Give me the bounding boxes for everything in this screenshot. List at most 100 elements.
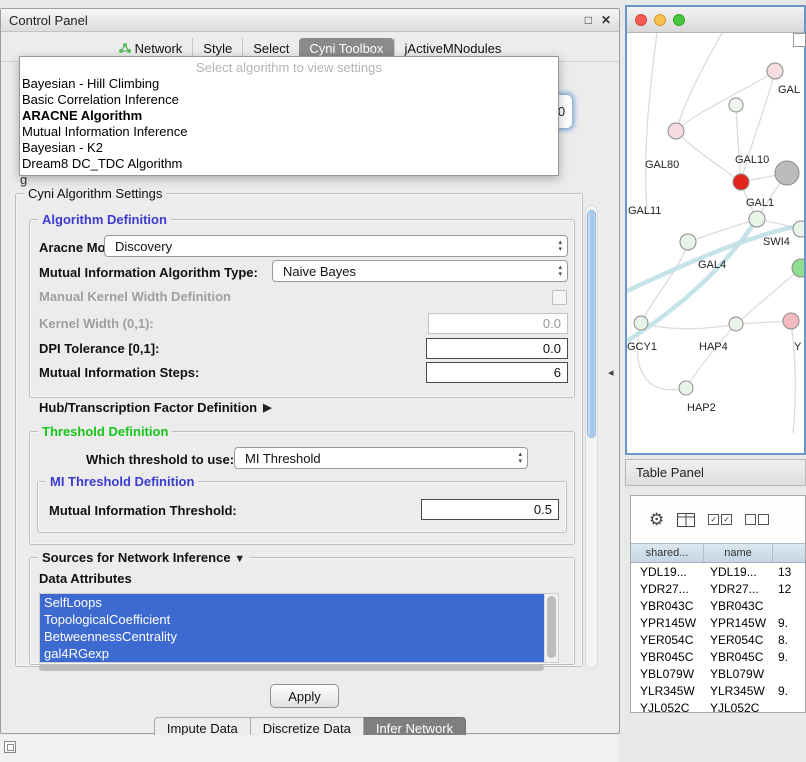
list-item[interactable]: gal4RGexp (40, 645, 558, 662)
mi-steps-field[interactable]: 6 (426, 362, 568, 383)
popup-item[interactable]: ARACNE Algorithm (20, 108, 558, 124)
table-cell: YLR345W (704, 684, 773, 698)
table-cell: YBR045C (631, 650, 704, 664)
network-edge[interactable] (736, 105, 741, 182)
table-options-gear-icon[interactable]: ⚙ (649, 511, 664, 528)
deselect-all-icon[interactable] (745, 514, 769, 525)
table-row[interactable]: YBR045CYBR045C9. (631, 648, 805, 665)
tab-label: Style (203, 41, 232, 56)
network-tab-icon (119, 42, 131, 54)
tab-label: jActiveMNodules (405, 41, 502, 56)
network-node[interactable] (775, 161, 799, 185)
table-row[interactable]: YBR043CYBR043C (631, 597, 805, 614)
which-threshold-combo[interactable]: MI Threshold ▴▾ (234, 447, 528, 469)
float-window-icon[interactable]: □ (585, 13, 592, 27)
table-cell: YBR043C (704, 599, 773, 613)
network-edge[interactable] (646, 33, 657, 209)
dpi-tolerance-field[interactable]: 0.0 (426, 338, 568, 359)
list-item[interactable]: SelfLoops (40, 594, 558, 611)
network-edge[interactable] (686, 324, 736, 388)
table-row[interactable]: YER054CYER054C8. (631, 631, 805, 648)
table-row[interactable]: YLR345WYLR345W9. (631, 682, 805, 699)
network-node[interactable] (729, 98, 743, 112)
network-node[interactable] (767, 63, 783, 79)
table-row[interactable]: YBL079WYBL079W (631, 665, 805, 682)
popup-item[interactable]: Bayesian - Hill Climbing (20, 76, 558, 92)
table-panel-titlebar[interactable]: Table Panel (625, 459, 806, 486)
popup-item[interactable]: Dream8 DC_TDC Algorithm (20, 156, 558, 172)
network-node[interactable] (729, 317, 743, 331)
list-item[interactable]: BetweennessCentrality (40, 628, 558, 645)
data-attributes-label: Data Attributes (39, 571, 132, 586)
dpi-tolerance-label: DPI Tolerance [0,1]: (39, 341, 159, 356)
aracne-mode-combo[interactable]: Discovery ▴▾ (104, 235, 568, 257)
panel-restore-icon[interactable] (4, 741, 16, 753)
column-header[interactable]: shared... (631, 544, 704, 562)
field-value: 6 (554, 365, 561, 380)
table-cell: YJL052C (704, 701, 773, 714)
manual-kernel-width-checkbox[interactable] (552, 290, 567, 305)
network-node[interactable] (793, 221, 804, 237)
mi-threshold-field[interactable]: 0.5 (421, 499, 559, 520)
network-view-button[interactable] (793, 33, 806, 47)
scrollbar-thumb[interactable] (547, 596, 556, 658)
group-title: Threshold Definition (38, 424, 172, 439)
popup-item[interactable]: Mutual Information Inference (20, 124, 558, 140)
minimize-traffic-light[interactable] (654, 14, 666, 26)
table-row[interactable]: YDL19...YDL19...13 (631, 563, 805, 580)
zoom-traffic-light[interactable] (673, 14, 685, 26)
desktop: Control Panel □ ✕ Network Style Select (0, 0, 806, 762)
table-row[interactable]: YDR27...YDR27...12 (631, 580, 805, 597)
network-node-label: Y (794, 341, 802, 353)
column-header[interactable]: name (704, 544, 773, 562)
mi-steps-label: Mutual Information Steps: (39, 365, 199, 380)
manual-kernel-width-label: Manual Kernel Width Definition (39, 289, 231, 304)
column-selector-icon[interactable] (677, 513, 695, 527)
column-header[interactable] (773, 544, 805, 562)
network-edge[interactable] (637, 323, 686, 390)
sources-toggle[interactable]: Sources for Network Inference ▼ (38, 550, 249, 565)
which-threshold-label: Which threshold to use: (86, 452, 234, 467)
network-node-label: GAL4 (698, 259, 726, 271)
network-edge[interactable] (676, 131, 741, 182)
network-window-titlebar[interactable] (627, 7, 804, 33)
mi-algorithm-type-combo[interactable]: Naive Bayes ▴▾ (272, 260, 568, 282)
popup-placeholder-item[interactable]: Select algorithm to view settings (20, 59, 558, 76)
network-node[interactable] (680, 234, 696, 250)
list-horizontal-scrollbar[interactable] (39, 664, 559, 671)
network-view-window: GALGAL80GAL10GAL11GAL1SWI4GAL4GCY1HAP4YH… (625, 5, 806, 455)
network-edge[interactable] (627, 225, 804, 291)
network-node[interactable] (679, 381, 693, 395)
apply-button[interactable]: Apply (270, 684, 339, 708)
network-node-label: GAL (778, 84, 800, 96)
scrollbar-thumb[interactable] (39, 664, 544, 671)
popup-item[interactable]: Basic Correlation Inference (20, 92, 558, 108)
list-vertical-scrollbar[interactable] (544, 594, 558, 662)
bottom-strip (0, 735, 619, 762)
group-title: MI Threshold Definition (46, 474, 198, 489)
kernel-width-label: Kernel Width (0,1): (39, 316, 154, 331)
kernel-width-field[interactable]: 0.0 (428, 313, 568, 334)
network-node[interactable] (749, 211, 765, 227)
select-all-icon[interactable]: ✓✓ (708, 514, 732, 525)
settings-vertical-scrollbar[interactable] (585, 205, 598, 669)
close-traffic-light[interactable] (635, 14, 647, 26)
table-row[interactable]: YPR145WYPR145W9. (631, 614, 805, 631)
network-edge[interactable] (676, 33, 722, 131)
network-edge[interactable] (791, 321, 795, 433)
field-value: 0.5 (534, 502, 552, 517)
split-divider-collapse-icon[interactable]: ◂ (608, 366, 614, 379)
scrollbar-thumb[interactable] (587, 210, 596, 438)
close-icon[interactable]: ✕ (601, 13, 611, 27)
network-node[interactable] (634, 316, 648, 330)
hub-definition-toggle[interactable]: Hub/Transcription Factor Definition ▶ (39, 400, 272, 415)
network-canvas[interactable]: GALGAL80GAL10GAL11GAL1SWI4GAL4GCY1HAP4YH… (627, 33, 804, 454)
network-node[interactable] (733, 174, 749, 190)
list-item[interactable]: TopologicalCoefficient (40, 611, 558, 628)
control-panel-titlebar[interactable]: Control Panel □ ✕ (1, 9, 619, 32)
network-node[interactable] (668, 123, 684, 139)
popup-item[interactable]: Bayesian - K2 (20, 140, 558, 156)
table-row[interactable]: YJL052CYJL052C (631, 699, 805, 713)
network-node[interactable] (783, 313, 799, 329)
table-cell: 8. (773, 633, 805, 647)
